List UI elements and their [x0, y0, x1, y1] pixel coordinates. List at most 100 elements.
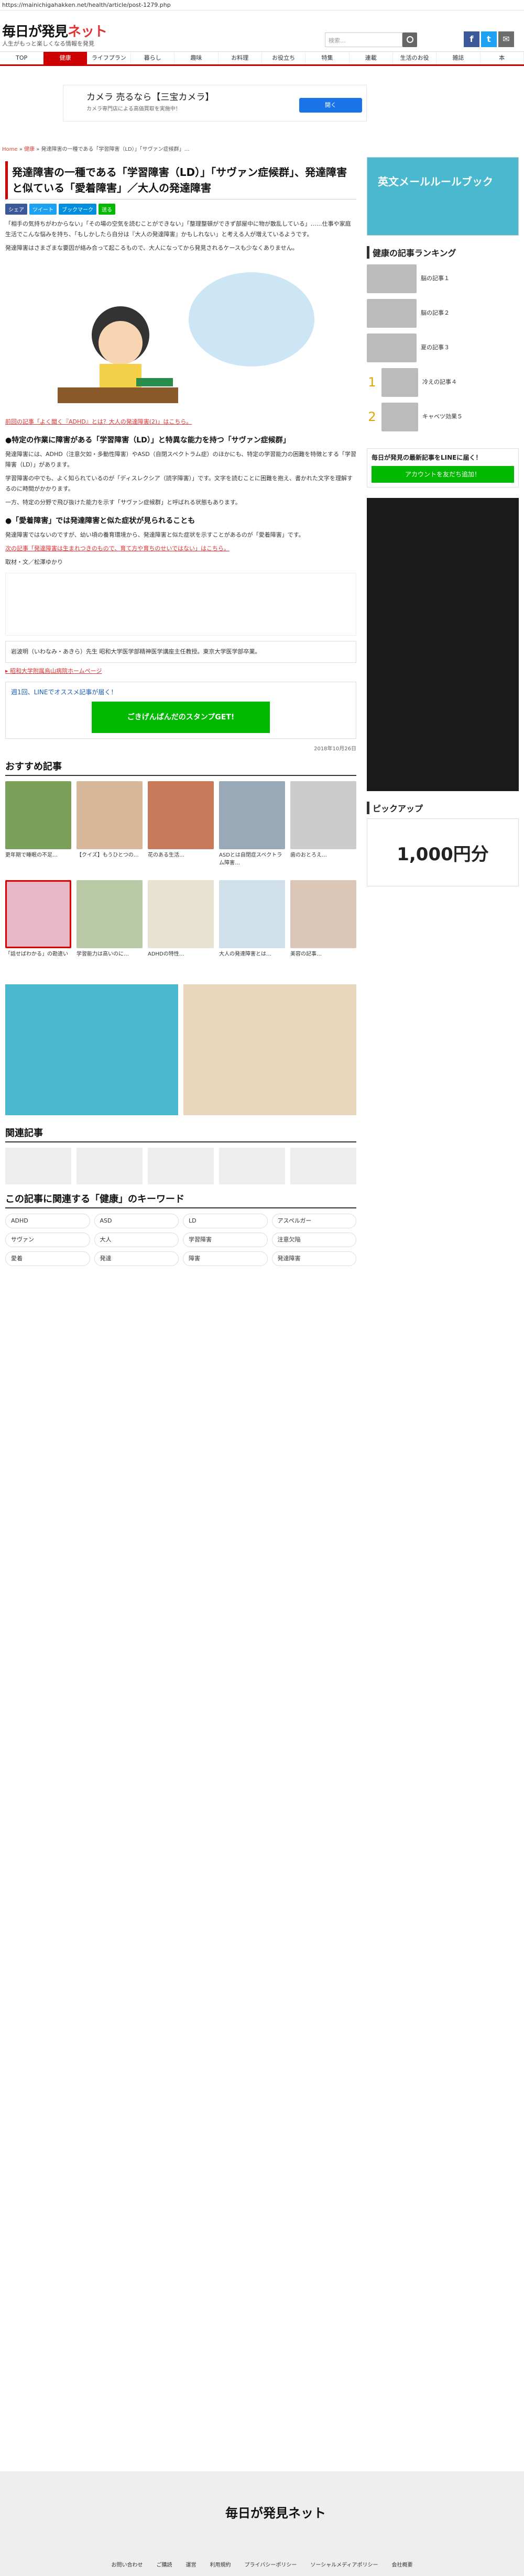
related-card[interactable]: [77, 1148, 143, 1184]
line-add-button[interactable]: アカウントを友だち追加！: [372, 466, 514, 483]
sidebar-ad-duracell[interactable]: [367, 498, 519, 791]
recommend-card[interactable]: 更年期で睡眠の不足…: [5, 781, 71, 875]
nav-item[interactable]: 特集: [305, 52, 350, 64]
keyword-tag[interactable]: アスペルガー: [271, 1214, 356, 1228]
facebook-icon[interactable]: f: [464, 31, 479, 47]
pickup-title: ピックアップ: [367, 802, 519, 814]
ranking: 健康の記事ランキング 脳の記事１ 脳の記事２ 夏の記事３ 1 冷えの記事４ 2 キャ…: [367, 246, 519, 432]
credit: 取材・文／松澤ゆかり: [5, 559, 63, 565]
footer-link[interactable]: 利用規約: [210, 2560, 231, 2568]
ad-banner[interactable]: [5, 984, 178, 1115]
site-logo[interactable]: 毎日が発見ネット: [2, 21, 107, 40]
related-card[interactable]: [5, 1148, 71, 1184]
ranking-item[interactable]: 1 冷えの記事４: [367, 367, 519, 398]
keyword-tag[interactable]: 発達障害: [271, 1251, 356, 1266]
paragraph: 発達障害ではないのですが、幼い頃の養育環境から、発達障害と似た症状を示すことがあ…: [5, 531, 304, 538]
ranking-item[interactable]: 脳の記事１: [367, 263, 519, 294]
global-nav: TOP 健康 ライフプラン 暮らし 趣味 お料理 お役立ち 特集 連載 生活のお…: [0, 51, 524, 66]
sidebar-ad[interactable]: 英文メールルールブック: [367, 157, 519, 236]
share-buttons: シェア ツイート ブックマーク 送る: [5, 204, 356, 215]
recommend-card[interactable]: 【クイズ】もうひとつの…: [77, 781, 143, 875]
keyword-tag[interactable]: ASD: [94, 1214, 179, 1228]
related-grid: [5, 1148, 356, 1184]
keyword-tag[interactable]: 注意欠陥: [271, 1233, 356, 1247]
ad-open-button[interactable]: 開く: [299, 98, 362, 113]
footer: 毎日が発見ネット お問い合わせ ご購読 運営 利用規約 プライバシーポリシー ソ…: [0, 2471, 524, 2576]
ad-banner[interactable]: [183, 984, 356, 1115]
nav-item[interactable]: 連載: [350, 52, 393, 64]
recommend-card[interactable]: 学習能力は高いのに…: [77, 880, 143, 974]
nav-item[interactable]: 暮らし: [131, 52, 175, 64]
footer-link[interactable]: プライバシーポリシー: [245, 2560, 297, 2568]
line-cta-text: 週1回、LINEでオススメ記事が届く！: [11, 689, 117, 696]
recommend-card[interactable]: ADHDの特性…: [148, 880, 214, 974]
recommend-card[interactable]: 歯のおとろえ…: [290, 781, 356, 875]
keyword-tag[interactable]: LD: [183, 1214, 268, 1228]
section-heading: ●特定の作業に障害がある「学習障害（LD）」と特異な能力を持つ「サヴァン症候群」: [5, 436, 290, 445]
recommend-card[interactable]: 「話せばわかる」の勘違い: [5, 880, 71, 974]
article-title: 発達障害の一種である「学習障害（LD）」「サヴァン症候群」、発達障害と似ている「…: [5, 161, 356, 199]
nav-item[interactable]: 本: [481, 52, 524, 64]
paragraph: 発達障害には、ADHD（注意欠如・多動性障害）やASD（自閉スペクトラム症）のほ…: [5, 451, 356, 468]
bottom-ads: [5, 984, 356, 1115]
keywords-title: この記事に関連する「健康」のキーワード: [5, 1192, 356, 1208]
publish-date: 2018年10月26日: [314, 746, 356, 752]
recommend-card[interactable]: ASDとは自閉症スペクトラム障害…: [219, 781, 285, 875]
nav-item[interactable]: 雑誌: [436, 52, 481, 64]
share-twitter-button[interactable]: ツイート: [29, 204, 57, 215]
inline-ad[interactable]: [5, 573, 356, 636]
related-card[interactable]: [219, 1148, 285, 1184]
share-facebook-button[interactable]: シェア: [5, 204, 27, 215]
footer-link[interactable]: ソーシャルメディアポリシー: [310, 2560, 378, 2568]
nav-item[interactable]: 趣味: [174, 52, 219, 64]
ranking-item[interactable]: 脳の記事２: [367, 297, 519, 329]
keyword-list: ADHD ASD LD アスペルガー サヴァン 大人 学習障害 注意欠陥 愛着 …: [5, 1214, 356, 1266]
twitter-icon[interactable]: t: [481, 31, 497, 47]
sidebar: 英文メールルールブック 健康の記事ランキング 脳の記事１ 脳の記事２ 夏の記事３…: [367, 157, 519, 886]
keyword-tag[interactable]: 大人: [94, 1233, 179, 1247]
nav-item[interactable]: お料理: [219, 52, 262, 64]
line-stamp-button[interactable]: ごきげんぱんだのスタンプGET!: [92, 702, 270, 733]
mail-icon[interactable]: ✉: [498, 31, 514, 47]
keyword-tag[interactable]: 学習障害: [183, 1233, 268, 1247]
top-ad[interactable]: カメラ 売るなら【三宝カメラ】 カメラ専門店による高価買取を実施中！ 開く: [63, 85, 367, 121]
nav-item[interactable]: TOP: [0, 52, 44, 64]
footer-logo[interactable]: 毎日が発見ネット: [225, 2503, 326, 2521]
search-input[interactable]: 検索...: [325, 32, 402, 47]
nav-item[interactable]: 健康: [43, 52, 88, 64]
article: 発達障害の一種である「学習障害（LD）」「サヴァン症候群」、発達障害と似ている「…: [0, 157, 362, 1266]
nav-item[interactable]: お役立ち: [262, 52, 306, 64]
share-line-button[interactable]: 送る: [99, 204, 115, 215]
footer-link[interactable]: ご購読: [157, 2560, 172, 2568]
keyword-tag[interactable]: 障害: [183, 1251, 268, 1266]
footer-link[interactable]: 運営: [186, 2560, 196, 2568]
footer-link[interactable]: お問い合わせ: [112, 2560, 143, 2568]
recommend-card[interactable]: 美容の記事…: [290, 880, 356, 974]
line-box: 毎日が発見の最新記事をLINEに届く！ アカウントを友だち追加！: [367, 448, 519, 487]
footer-nav: お問い合わせ ご購読 運営 利用規約 プライバシーポリシー ソーシャルメディアポ…: [0, 2560, 524, 2568]
hospital-link[interactable]: ▸ 昭和大学附属烏山病院ホームページ: [5, 666, 356, 676]
search-icon[interactable]: [402, 32, 417, 47]
paragraph: 学習障害の中でも、よく知られているのが「ディスレクシア（読字障害）」です。文字を…: [5, 475, 353, 492]
article-illustration: [5, 257, 356, 414]
ranking-item[interactable]: 夏の記事３: [367, 332, 519, 363]
keyword-tag[interactable]: 愛着: [5, 1251, 90, 1266]
recommend-title: おすすめ記事: [5, 759, 356, 776]
keyword-tag[interactable]: ADHD: [5, 1214, 90, 1228]
keyword-tag[interactable]: 発達: [94, 1251, 179, 1266]
recommend-card[interactable]: 花のある生活…: [148, 781, 214, 875]
related-card[interactable]: [148, 1148, 214, 1184]
nav-item[interactable]: 生活のお役: [393, 52, 437, 64]
footer-link[interactable]: 会社概要: [391, 2560, 412, 2568]
related-card[interactable]: [290, 1148, 356, 1184]
section-heading: ●「愛着障害」では発達障害と似た症状が見られることも: [5, 517, 195, 525]
keyword-tag[interactable]: サヴァン: [5, 1233, 90, 1247]
prev-article-link[interactable]: 前回の記事「よく聞く『ADHD』とは？大人の発達障害(2)」はこちら。: [5, 417, 356, 427]
nav-item[interactable]: ライフプラン: [88, 52, 131, 64]
share-hatena-button[interactable]: ブックマーク: [59, 204, 96, 215]
ranking-item[interactable]: 2 キャベツ効果５: [367, 401, 519, 432]
recommend-card[interactable]: 大人の発達障害とは…: [219, 880, 285, 974]
next-article-link[interactable]: 次の記事「発達障害は生まれつきのもので、育て方や育ちのせいではない」はこちら。: [5, 543, 356, 554]
address-bar[interactable]: https://mainichigahakken.net/health/arti…: [0, 0, 524, 10]
coupon-banner[interactable]: 1,000円分: [367, 818, 519, 886]
